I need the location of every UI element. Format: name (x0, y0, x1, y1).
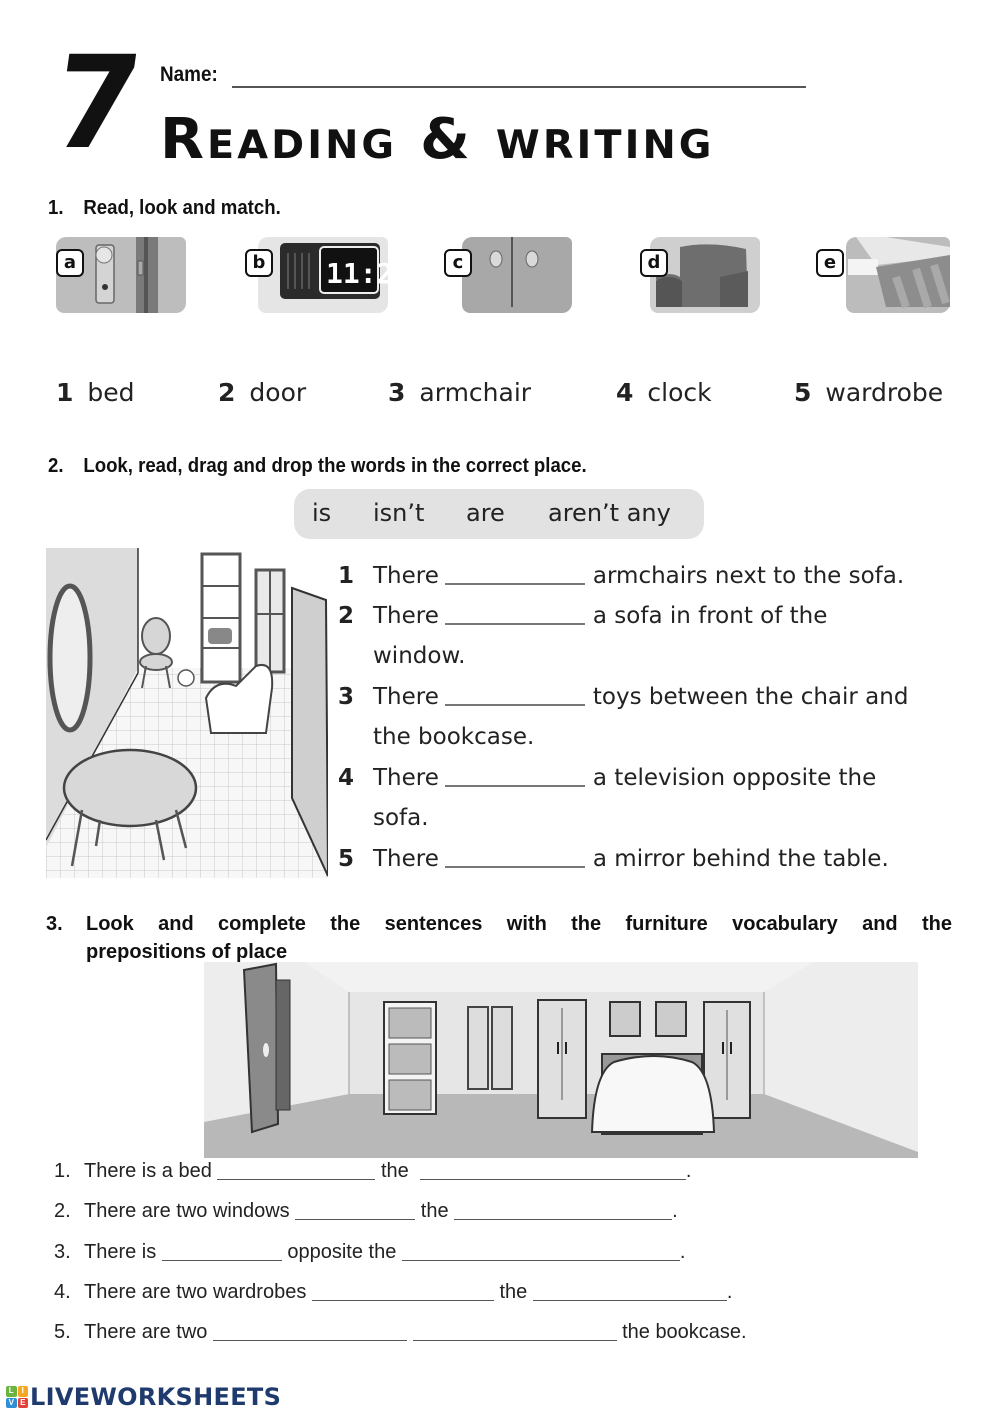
s2-sentence-5: 5 There a mirror behind the table. (338, 846, 889, 872)
s3-sentence-5: 5. There are two the bookcase. (54, 1321, 747, 1343)
name-input-line[interactable] (232, 86, 806, 88)
tall-window-icon (467, 1006, 489, 1090)
s2-sentence-4: 4 There a television opposite the (338, 765, 877, 791)
picture-label-b: b (245, 249, 273, 277)
s2-sentence-4-continuation: sofa. (373, 805, 429, 831)
answer-blank[interactable] (161, 1243, 282, 1261)
wardrobe-icon (489, 237, 539, 307)
match-word[interactable]: 4 clock (616, 378, 712, 407)
match-word[interactable]: 5 wardrobe (794, 378, 943, 407)
picture-label-c: c (444, 249, 472, 277)
clock-icon: 11:2 (280, 243, 393, 299)
liveworksheets-brand[interactable]: L I V E LIVEWORKSHEETS (6, 1383, 281, 1411)
answer-blank[interactable] (401, 1243, 680, 1261)
match-word[interactable]: 3 armchair (388, 378, 531, 407)
s2-sentence-3-continuation: the bookcase. (373, 724, 535, 750)
match-word[interactable]: 2 door (218, 378, 306, 407)
section1-number: 1. (48, 197, 64, 219)
drag-chip-arent-any[interactable]: aren’t any (548, 499, 671, 527)
chair-icon (141, 617, 171, 655)
drag-chip-is[interactable]: is (312, 499, 331, 527)
picture-label-e: e (816, 249, 844, 277)
mirror-icon (47, 583, 93, 733)
tall-window-icon (491, 1006, 513, 1090)
picture-label-d: d (640, 249, 668, 277)
s3-sentence-4: 4. There are two wardrobes the . (54, 1281, 733, 1303)
bedroom-illustration (204, 962, 918, 1158)
section1-instruction: Read, look and match. (83, 197, 281, 219)
name-label: Name: (160, 63, 218, 86)
answer-blank[interactable] (295, 1202, 416, 1220)
s3-sentence-3: 3. There is opposite the . (54, 1241, 686, 1263)
section3-heading: 3. Look and complete the sentences with … (46, 910, 952, 966)
s2-sentence-2: 2 There a sofa in front of the (338, 603, 828, 629)
section1-heading: 1. Read, look and match. (48, 197, 281, 220)
drop-zone-5[interactable] (444, 866, 585, 868)
section3-instruction-line1: Look and complete the sentences with the… (86, 913, 952, 935)
answer-blank[interactable] (532, 1283, 727, 1301)
answer-blank[interactable] (454, 1202, 673, 1220)
s2-sentence-2-continuation: window. (373, 643, 466, 669)
unit-number: 7 (43, 29, 146, 178)
brand-name: LIVEWORKSHEETS (30, 1383, 282, 1411)
section2-instruction: Look, read, drag and drop the words in t… (83, 455, 587, 477)
s2-sentence-1: 1 There armchairs next to the sofa. (338, 563, 905, 589)
picture-clock: 11:2 (258, 237, 393, 313)
drop-zone-1[interactable] (444, 583, 585, 585)
drop-zone-2[interactable] (444, 623, 585, 625)
answer-blank[interactable] (217, 1162, 376, 1180)
svg-text:11:2: 11:2 (326, 257, 388, 290)
section2-number: 2. (48, 455, 64, 477)
answer-blank[interactable] (212, 1323, 407, 1341)
liveworksheets-logo-icon: L I V E (6, 1386, 28, 1408)
section3-number: 3. (46, 913, 63, 935)
page-title: Reading & writing (160, 107, 715, 172)
small-window-icon (609, 1001, 641, 1037)
s2-sentence-3: 3 There toys between the chair and (338, 684, 909, 710)
drop-zone-4[interactable] (444, 785, 585, 787)
bed-icon (848, 237, 950, 309)
answer-blank[interactable] (419, 1162, 686, 1180)
small-window-icon (655, 1001, 687, 1037)
word-bank: is isn’t are aren’t any (294, 489, 704, 539)
match-word[interactable]: 1 bed (56, 378, 135, 407)
section2-heading: 2. Look, read, drag and drop the words in… (48, 455, 587, 478)
toys-icon (177, 669, 195, 687)
s3-sentence-1: 1. There is a bed the . (54, 1160, 692, 1182)
living-room-illustration (45, 548, 329, 878)
picture-armchair (650, 237, 760, 313)
answer-blank[interactable] (412, 1323, 617, 1341)
armchair-icon (656, 244, 748, 307)
picture-wardrobe (462, 237, 572, 313)
drag-chip-are[interactable]: are (466, 499, 505, 527)
picture-label-a: a (56, 249, 84, 277)
s3-sentence-2: 2. There are two windows the . (54, 1200, 678, 1222)
picture-bed (846, 237, 950, 313)
drop-zone-3[interactable] (444, 704, 585, 706)
answer-blank[interactable] (311, 1283, 494, 1301)
drag-chip-isnt[interactable]: isn’t (373, 499, 424, 527)
